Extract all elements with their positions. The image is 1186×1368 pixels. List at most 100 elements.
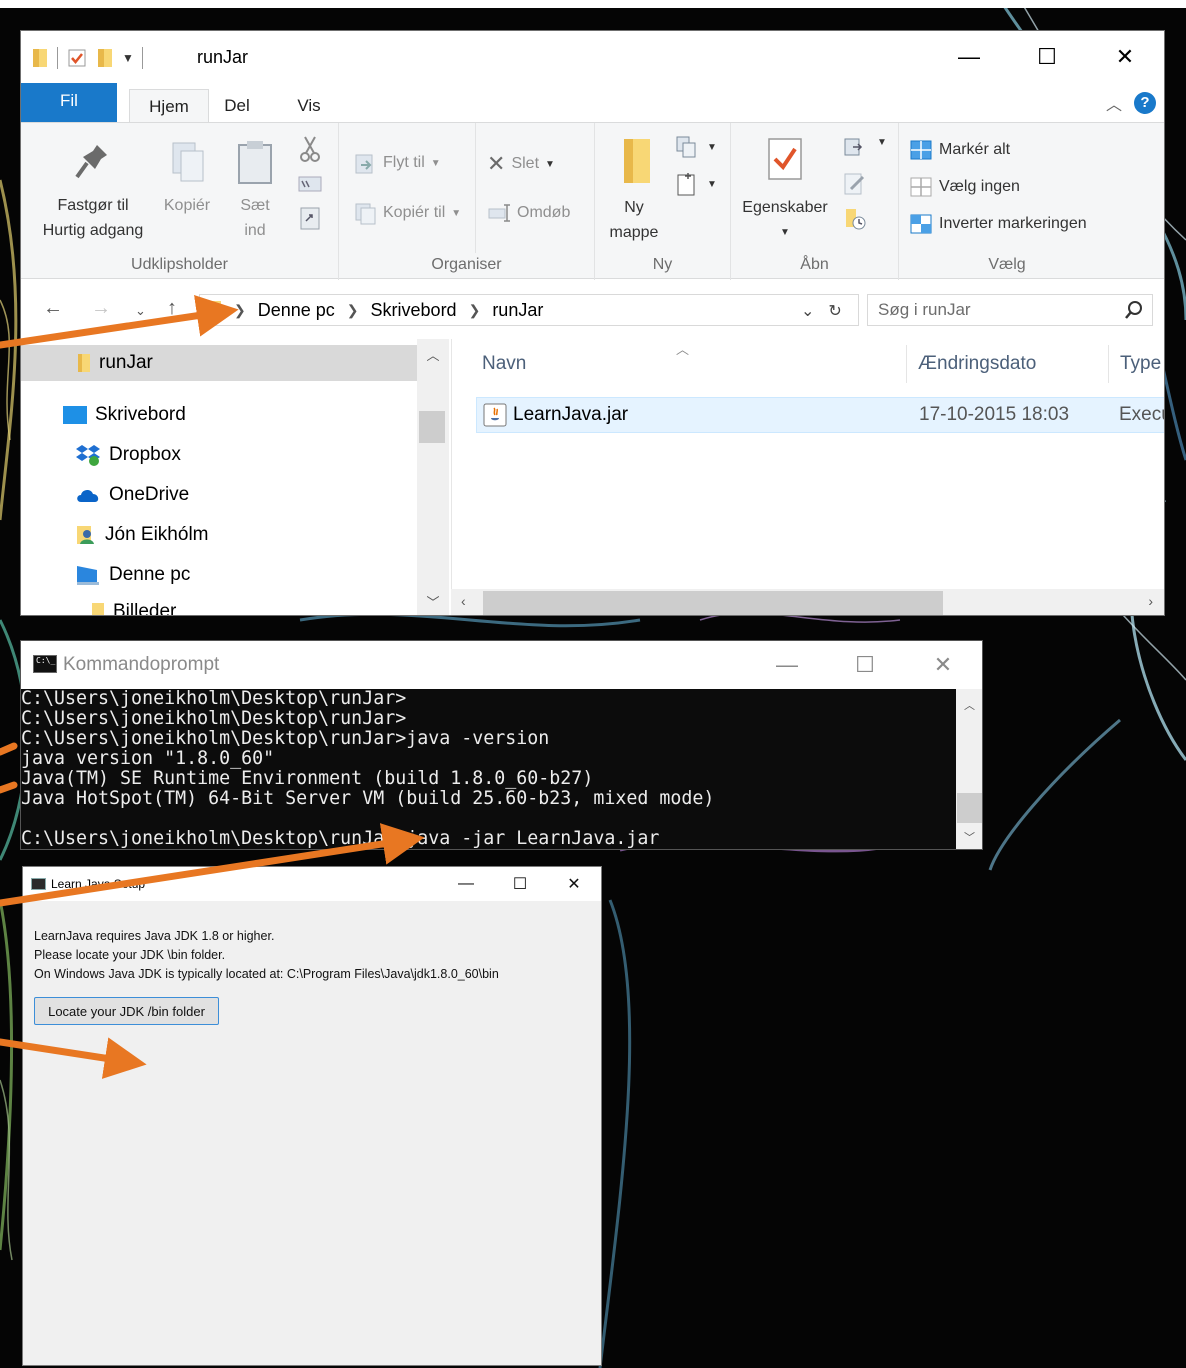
new-item-button[interactable]: ▼ — [675, 135, 717, 159]
recent-locations-chevron-icon[interactable]: ⌄ — [135, 303, 146, 319]
select-all-button[interactable]: Markér alt — [909, 139, 1010, 161]
setup-dialog: Learn Java Setup — ☐ ✕ LearnJava require… — [22, 866, 602, 1366]
nav-item-runjar[interactable]: runJar — [21, 345, 417, 381]
pin-icon — [75, 145, 107, 179]
column-date[interactable]: Ændringsdato — [918, 353, 1036, 375]
tab-hjem[interactable]: Hjem — [129, 89, 209, 123]
message-line: LearnJava requires Java JDK 1.8 or highe… — [34, 929, 275, 943]
invert-selection-button[interactable]: Inverter markeringen — [909, 213, 1087, 235]
console-line: C:\Users\joneikholm\Desktop\runJar>java … — [21, 828, 660, 849]
paste-shortcut-icon[interactable] — [299, 205, 321, 231]
nav-item-denne-pc[interactable]: Denne pc — [75, 557, 190, 593]
minimize-button[interactable]: — — [748, 641, 826, 689]
help-icon[interactable]: ? — [1134, 92, 1156, 114]
easy-access-icon — [677, 173, 695, 196]
search-input[interactable]: Søg i runJar — [867, 294, 1153, 326]
nav-item-skrivebord[interactable]: Skrivebord — [63, 397, 186, 433]
scroll-left-icon[interactable]: ‹ — [461, 593, 466, 609]
scroll-down-icon[interactable]: ﹀ — [417, 592, 449, 611]
console-line: Java HotSpot(TM) 64-Bit Server VM (build… — [21, 788, 715, 809]
select-none-button[interactable]: Vælg ingen — [909, 176, 1020, 198]
tab-fil[interactable]: Fil — [21, 83, 117, 123]
scroll-up-icon[interactable]: ︿ — [956, 697, 982, 713]
maximize-button[interactable]: ☐ — [826, 641, 904, 689]
file-list-hscrollbar[interactable]: ‹ › — [451, 589, 1164, 615]
breadcrumb-skrivebord[interactable]: Skrivebord — [371, 300, 457, 321]
new-folder-icon[interactable] — [96, 47, 114, 69]
edit-icon[interactable] — [843, 171, 867, 197]
refresh-icon[interactable]: ↻ — [828, 301, 841, 321]
history-icon[interactable] — [843, 207, 867, 231]
pin-quick-access-button[interactable]: Fastgør til Hurtig adgang — [27, 139, 159, 243]
search-icon[interactable] — [1124, 300, 1144, 320]
collapse-ribbon-icon[interactable]: ︿ — [1106, 91, 1122, 115]
scrollbar-thumb[interactable] — [483, 591, 943, 615]
easy-access-button[interactable]: ▼ — [675, 171, 717, 197]
close-button[interactable]: ✕ — [904, 641, 982, 689]
scroll-up-icon[interactable]: ︿ — [417, 345, 449, 364]
copy-path-icon[interactable] — [297, 171, 323, 195]
nav-item-user[interactable]: Jón Eikhólm — [75, 517, 209, 553]
tab-del[interactable]: Del — [217, 89, 257, 123]
nav-item-dropbox[interactable]: Dropbox — [75, 437, 181, 473]
computer-icon — [77, 566, 99, 585]
minimize-button[interactable]: — — [930, 31, 1008, 83]
copy-to-button[interactable]: Kopiér til ▼ — [353, 201, 461, 225]
new-folder-button[interactable]: Ny mappe — [601, 135, 667, 245]
maximize-button[interactable]: ☐ — [1008, 31, 1086, 83]
customize-qat-dropdown-icon[interactable]: ▼ — [122, 51, 134, 65]
back-arrow-icon[interactable]: ← — [43, 297, 63, 320]
nav-item-onedrive[interactable]: OneDrive — [75, 477, 189, 513]
properties-button[interactable]: Egenskaber ▼ — [735, 135, 835, 245]
table-row[interactable]: LearnJava.jar 17-10-2015 18:03 Execu — [476, 397, 1164, 433]
breadcrumb-chevron-icon: ❯ — [234, 301, 246, 318]
rename-button[interactable]: Omdøb — [487, 201, 570, 225]
properties-icon — [768, 138, 802, 180]
close-button[interactable]: ✕ — [547, 867, 601, 901]
move-to-button[interactable]: Flyt til ▼ — [353, 151, 441, 175]
forward-arrow-icon[interactable]: → — [91, 297, 111, 320]
onedrive-cloud-icon — [77, 489, 99, 502]
scroll-right-icon[interactable]: › — [1148, 593, 1153, 609]
rename-icon — [488, 204, 510, 222]
cut-icon[interactable] — [297, 135, 323, 163]
scroll-down-icon[interactable]: ﹀ — [956, 829, 982, 845]
locate-jdk-button[interactable]: Locate your JDK /bin folder — [34, 997, 219, 1025]
dropbox-icon — [76, 445, 100, 466]
column-name[interactable]: Navn — [482, 353, 526, 375]
address-dropdown-icon[interactable]: ⌄ — [801, 301, 814, 321]
search-placeholder: Søg i runJar — [878, 300, 971, 319]
tab-vis[interactable]: Vis — [285, 89, 333, 123]
column-type[interactable]: Type — [1120, 353, 1161, 375]
delete-x-icon: ✕ — [487, 151, 506, 176]
scrollbar-thumb[interactable] — [957, 793, 982, 823]
breadcrumb-runjar[interactable]: runJar — [492, 300, 543, 321]
new-group-label: Ny — [652, 256, 673, 273]
select-group: Markér alt Vælg ingen Inverter markering… — [899, 123, 1115, 280]
paste-button[interactable]: Sæt ind — [227, 139, 283, 243]
dialog-titlebar[interactable]: Learn Java Setup — ☐ ✕ — [23, 867, 601, 901]
scrollbar-thumb[interactable] — [419, 411, 445, 443]
open-group-label: Åbn — [800, 256, 829, 273]
sort-indicator-icon: ︿ — [676, 342, 690, 357]
nav-scrollbar[interactable]: ︿ ﹀ — [417, 339, 449, 615]
up-arrow-icon[interactable]: ↑ — [167, 297, 177, 320]
nav-item-billeder[interactable]: Billeder — [91, 597, 176, 615]
breadcrumb-denne-pc[interactable]: Denne pc — [258, 300, 335, 321]
select-none-icon — [910, 177, 932, 197]
open-dropdown-icon[interactable]: ▼ — [877, 137, 887, 148]
maximize-button[interactable]: ☐ — [493, 867, 547, 901]
close-button[interactable]: ✕ — [1086, 31, 1164, 83]
move-to-icon — [355, 154, 373, 174]
cmd-titlebar[interactable]: C:\_ Kommandoprompt — ☐ ✕ — [21, 641, 982, 689]
delete-button[interactable]: ✕ Slet ▼ — [487, 151, 555, 177]
open-icon[interactable] — [843, 135, 871, 159]
console-output[interactable]: C:\Users\joneikholm\Desktop\runJar> C:\U… — [21, 689, 956, 849]
explorer-titlebar[interactable]: ▼ runJar — ☐ ✕ — [21, 31, 1164, 83]
address-bar[interactable]: ❯ Denne pc ❯ Skrivebord ❯ runJar — [199, 294, 859, 326]
copy-button[interactable]: Kopiér — [157, 139, 217, 218]
minimize-button[interactable]: — — [439, 867, 493, 901]
properties-check-icon[interactable] — [66, 47, 88, 69]
console-scrollbar[interactable]: ︿ ﹀ — [956, 689, 982, 849]
window-title: runJar — [197, 47, 249, 67]
